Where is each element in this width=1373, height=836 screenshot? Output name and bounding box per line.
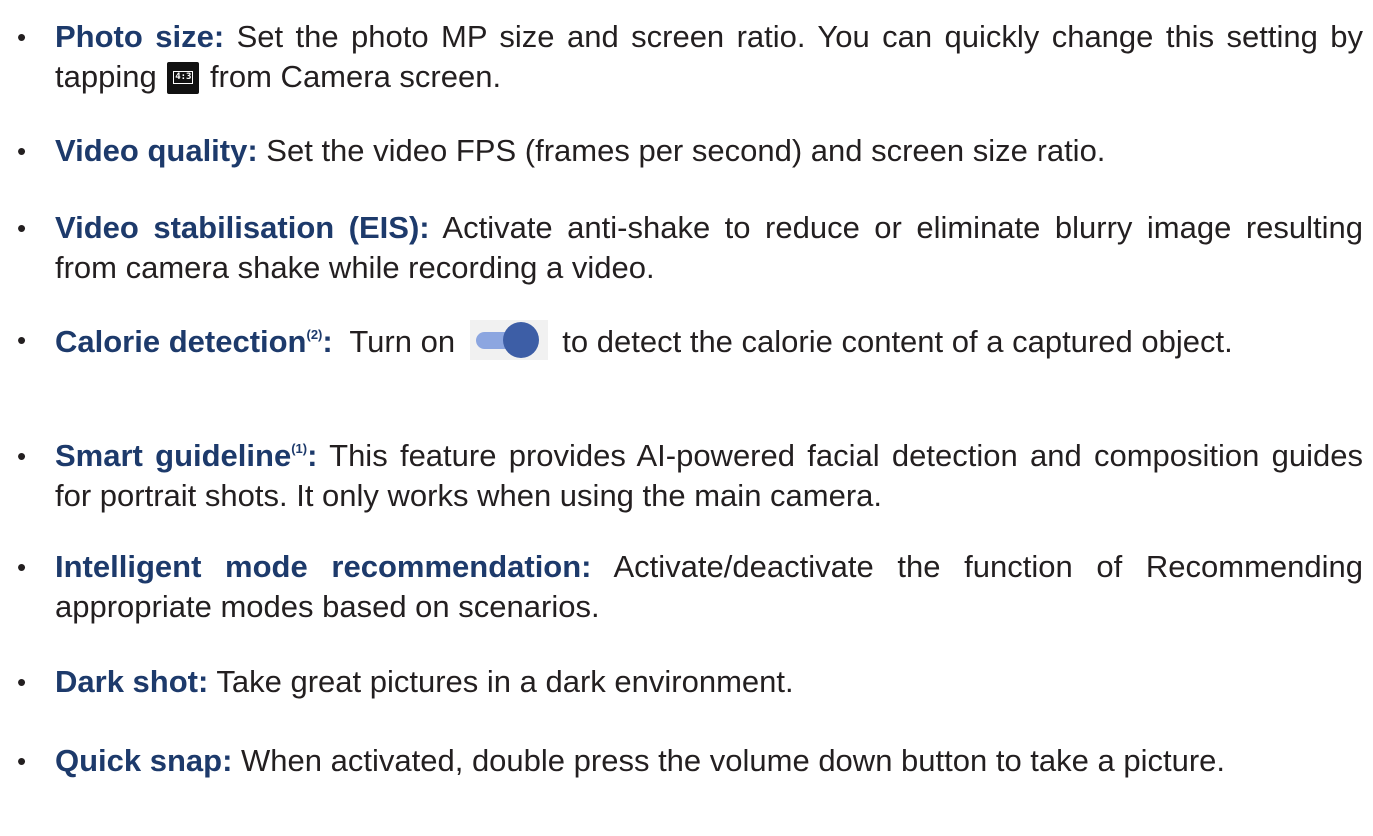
bullet: • [17,746,27,776]
aspect-ratio-icon-label: 4:3 [173,71,194,84]
bullet: • [17,552,27,582]
term-colon: : [322,324,333,359]
bullet: • [17,22,27,52]
term-colon: : [307,438,318,473]
footnote-marker: (2) [306,327,323,342]
description: Take great pictures in a dark environmen… [208,664,794,699]
term-photo-size: Photo size: [55,19,225,54]
term-quick-snap: Quick snap: [55,743,233,778]
term-video-quality: Video quality: [55,133,258,168]
term-calorie-detection: Calorie detection [55,324,307,359]
term-smart-guideline: Smart guideline [55,438,292,473]
term-dark-shot: Dark shot: [55,664,209,699]
list-item-photo-size: • Photo size: Set the photo MP size and … [17,17,1363,97]
term-video-stabilisation: Video stabilisation (EIS): [55,210,430,245]
toggle-switch-icon[interactable] [469,320,548,360]
toggle-knob [502,322,539,358]
aspect-ratio-icon[interactable]: 4:3 [167,62,200,94]
list-item-calorie-detection: • Calorie detection(2): Turn on to detec… [17,320,1363,362]
description-end: from Camera screen. [201,59,502,94]
bullet: • [17,441,27,471]
list-item-quick-snap: • Quick snap: When activated, double pre… [17,741,1363,781]
term-intelligent-mode: Intelligent mode recommendation: [55,549,592,584]
list-item-video-stabilisation: • Video stabilisation (EIS): Activate an… [17,208,1363,288]
list-item-smart-guideline: • Smart guideline(1): This feature provi… [17,436,1363,516]
list-item-video-quality: • Video quality: Set the video FPS (fram… [17,131,1363,171]
description: When activated, double press the volume … [232,743,1226,778]
bullet: • [17,325,27,355]
list-item-intelligent-mode: • Intelligent mode recommendation: Activ… [17,547,1363,627]
description: Turn on [332,324,464,359]
bullet: • [17,213,27,243]
description-end: to detect the calorie content of a captu… [553,324,1233,359]
footnote-marker: (1) [291,441,308,456]
bullet: • [17,136,27,166]
bullet: • [17,667,27,697]
description: Set the video FPS (frames per second) an… [257,133,1106,168]
list-item-dark-shot: • Dark shot: Take great pictures in a da… [17,662,1363,702]
